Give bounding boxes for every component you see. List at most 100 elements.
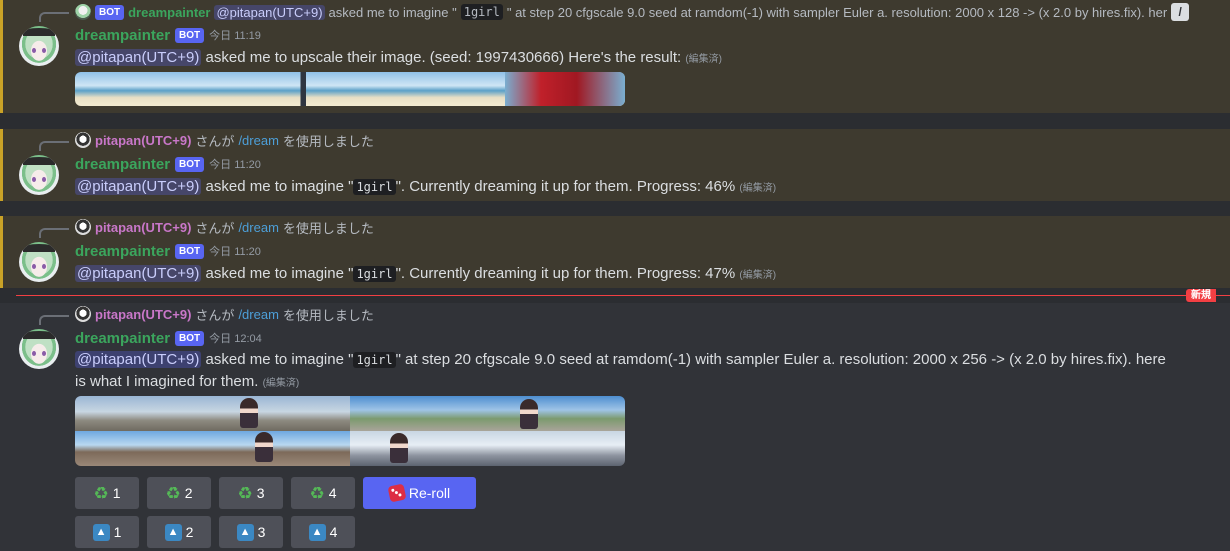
button-label: 1 [113, 524, 122, 540]
upscale-button-2[interactable]: ▲ 2 [147, 516, 211, 548]
result-image-2[interactable] [350, 396, 625, 431]
command-name[interactable]: /dream [238, 307, 278, 322]
reply-connector [39, 141, 69, 151]
command-name[interactable]: /dream [238, 133, 278, 148]
user-mention[interactable]: @pitapan(UTC+9) [75, 178, 202, 195]
variation-button-4[interactable]: ♻ 4 [291, 477, 355, 509]
result-image-3[interactable] [75, 431, 350, 466]
author-name[interactable]: dreampainter [75, 27, 170, 44]
recycle-icon: ♻ [93, 483, 109, 503]
user-mention[interactable]: @pitapan(UTC+9) [75, 49, 202, 66]
reply-text-b: " at step 20 cfgscale 9.0 seed at ramdom… [506, 4, 1168, 20]
edited-label: (編集済) [739, 183, 777, 194]
command-reference[interactable]: pitapan(UTC+9) さんが/dream を使用しました [75, 130, 1216, 150]
message-text: asked me to upscale their image. (seed: … [201, 49, 682, 66]
reply-connector [39, 315, 69, 325]
recycle-icon: ♻ [309, 483, 325, 503]
variation-button-1[interactable]: ♻ 1 [75, 477, 139, 509]
result-image-grid[interactable] [75, 396, 625, 466]
avatar[interactable] [19, 26, 59, 66]
new-messages-divider [16, 295, 1230, 296]
arrow-up-icon: ▲ [236, 523, 254, 541]
command-reference[interactable]: pitapan(UTC+9) さんが/dream を使用しました [75, 217, 1216, 237]
edited-label: (編集済) [739, 270, 777, 281]
command-name[interactable]: /dream [238, 220, 278, 235]
reply-mention[interactable]: @pitapan(UTC+9) [214, 4, 325, 20]
message-1: BOT dreampainter @pitapan(UTC+9) asked m… [0, 0, 1230, 113]
command-user[interactable]: pitapan(UTC+9) [95, 220, 191, 235]
upscale-button-4[interactable]: ▲ 4 [291, 516, 355, 548]
beach-image[interactable] [75, 72, 625, 106]
upscale-button-3[interactable]: ▲ 3 [219, 516, 283, 548]
edited-label: (編集済) [685, 54, 723, 65]
reply-connector [39, 228, 69, 238]
button-label: 3 [257, 524, 266, 540]
command-reference[interactable]: pitapan(UTC+9) さんが/dream を使用しました [75, 304, 1216, 324]
message-text-a: asked me to imagine " [201, 351, 354, 368]
author-name[interactable]: dreampainter [75, 156, 170, 173]
reroll-button[interactable]: Re-roll [363, 477, 476, 509]
reply-avatar [75, 4, 91, 20]
character-figure [390, 433, 408, 463]
bot-badge: BOT [175, 330, 205, 346]
user-avatar-small [75, 219, 91, 235]
bot-badge: BOT [175, 243, 205, 259]
message-3: pitapan(UTC+9) さんが/dream を使用しました dreampain… [0, 216, 1230, 288]
avatar[interactable] [19, 329, 59, 369]
message-header: dreampainter BOT 今日 11:20 [75, 241, 261, 261]
arrow-up-icon: ▲ [164, 523, 182, 541]
command-text-a: さんが [195, 133, 235, 149]
message-text-a: asked me to imagine " [201, 265, 354, 282]
button-label: 1 [112, 485, 121, 501]
avatar[interactable] [19, 242, 59, 282]
arrow-up-icon: ▲ [308, 523, 326, 541]
message-text-b: ". Currently dreaming it up for them. Pr… [395, 265, 736, 282]
command-user[interactable]: pitapan(UTC+9) [95, 307, 191, 322]
prompt-code: 1girl [353, 352, 396, 368]
command-text-a: さんが [195, 220, 235, 236]
button-label: 4 [329, 524, 338, 540]
message-content: @pitapan(UTC+9) asked me to imagine " 1gi… [75, 263, 1190, 287]
reply-connector [39, 12, 69, 22]
timestamp: 今日 11:20 [209, 246, 261, 258]
variation-button-3[interactable]: ♻ 3 [219, 477, 283, 509]
character-figure [240, 398, 258, 428]
message-header: dreampainter BOT 今日 11:20 [75, 154, 261, 174]
result-image[interactable] [75, 72, 625, 106]
dice-icon [387, 483, 407, 503]
upscale-button-1[interactable]: ▲ 1 [75, 516, 139, 548]
button-label: Re-roll [408, 485, 451, 501]
author-name[interactable]: dreampainter [75, 243, 170, 260]
message-header: dreampainter BOT 今日 12:04 [75, 328, 262, 348]
message-content: @pitapan(UTC+9) asked me to upscale thei… [75, 47, 1190, 71]
command-user[interactable]: pitapan(UTC+9) [95, 133, 191, 148]
command-text-b: を使用しました [282, 220, 374, 236]
message-gap [0, 113, 1230, 129]
timestamp: 今日 11:19 [209, 30, 261, 42]
message-text-b: ". Currently dreaming it up for them. Pr… [395, 178, 736, 195]
variation-button-2[interactable]: ♻ 2 [147, 477, 211, 509]
prompt-code: 1girl [353, 266, 396, 282]
result-image-4[interactable] [350, 431, 625, 466]
reply-text-a: asked me to imagine " [328, 4, 457, 20]
button-label: 3 [256, 485, 265, 501]
reply-author[interactable]: dreampainter [128, 5, 210, 20]
pencil-icon: / [1171, 3, 1190, 21]
timestamp: 今日 11:20 [209, 159, 261, 171]
message-4: pitapan(UTC+9) さんが/dream を使用しました dreampain… [0, 303, 1230, 551]
recycle-icon: ♻ [237, 483, 253, 503]
command-text-b: を使用しました [282, 307, 374, 323]
user-avatar-small [75, 132, 91, 148]
result-image-1[interactable] [75, 396, 350, 431]
avatar[interactable] [19, 155, 59, 195]
reply-reference[interactable]: BOT dreampainter @pitapan(UTC+9) asked m… [75, 2, 1216, 22]
message-text-a: asked me to imagine " [201, 178, 354, 195]
prompt-code: 1girl [353, 179, 396, 195]
user-mention[interactable]: @pitapan(UTC+9) [75, 351, 202, 368]
author-name[interactable]: dreampainter [75, 330, 170, 347]
command-text-a: さんが [195, 307, 235, 323]
upscale-button-row: ▲ 1 ▲ 2 ▲ 3 ▲ 4 [75, 516, 355, 548]
bot-badge: BOT [175, 156, 205, 172]
user-mention[interactable]: @pitapan(UTC+9) [75, 265, 202, 282]
message-header: dreampainter BOT 今日 11:19 [75, 25, 261, 45]
